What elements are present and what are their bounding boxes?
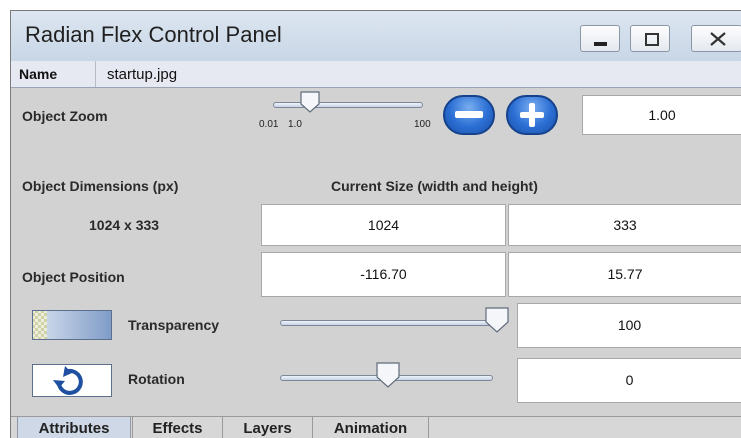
- zoom-tick-min: 0.01: [259, 119, 279, 130]
- name-label: Name: [19, 66, 58, 82]
- rotation-value: 0: [625, 372, 634, 388]
- minus-icon: [455, 111, 483, 118]
- current-size-label: Current Size (width and height): [331, 178, 538, 194]
- maximize-icon: [645, 33, 659, 46]
- width-value: 1024: [367, 217, 400, 233]
- transparency-slider-thumb[interactable]: [485, 307, 509, 333]
- transparency-slider-track[interactable]: [280, 320, 502, 326]
- transparency-value: 100: [617, 317, 642, 333]
- close-button[interactable]: [691, 25, 741, 52]
- minimize-button[interactable]: [580, 25, 620, 52]
- tab-animation[interactable]: Animation: [312, 417, 429, 438]
- position-x-value: -116.70: [360, 266, 407, 282]
- control-panel-window: Radian Flex Control Panel Name startup.j…: [10, 10, 741, 438]
- zoom-slider-track[interactable]: [273, 102, 423, 108]
- width-field[interactable]: 1024: [261, 204, 506, 246]
- height-field[interactable]: 333: [508, 204, 741, 246]
- file-name: startup.jpg: [107, 66, 178, 83]
- zoom-tick-max: 100: [414, 119, 431, 130]
- zoom-value: 1.00: [648, 107, 676, 123]
- position-y-value: 15.77: [607, 266, 643, 282]
- zoom-label: Object Zoom: [22, 108, 108, 124]
- position-x-field[interactable]: -116.70: [261, 252, 506, 297]
- rotation-label: Rotation: [128, 371, 185, 387]
- zoom-out-button[interactable]: [443, 95, 495, 135]
- title-bar[interactable]: Radian Flex Control Panel: [11, 11, 741, 61]
- attributes-panel: Object Zoom 0.01 1.0 100 1.00 Object Dim…: [11, 88, 741, 416]
- zoom-tick-mid: 1.0: [288, 119, 302, 130]
- original-dimensions: 1024 x 333: [89, 217, 160, 233]
- transparency-label: Transparency: [128, 317, 220, 333]
- position-y-field[interactable]: 15.77: [508, 252, 741, 297]
- minimize-icon: [594, 42, 607, 46]
- tab-layers[interactable]: Layers: [222, 417, 312, 438]
- dimensions-label: Object Dimensions (px): [22, 178, 179, 194]
- window-title: Radian Flex Control Panel: [25, 22, 282, 47]
- close-icon: [710, 32, 726, 46]
- name-divider: [95, 61, 96, 87]
- zoom-value-field[interactable]: 1.00: [582, 95, 741, 135]
- tab-effects[interactable]: Effects: [132, 417, 222, 438]
- tab-bar: Attributes Effects Layers Animation: [11, 416, 741, 438]
- maximize-button[interactable]: [630, 25, 670, 52]
- rotation-value-field[interactable]: 0: [517, 358, 741, 403]
- transparency-value-field[interactable]: 100: [517, 303, 741, 348]
- height-value: 333: [613, 217, 637, 233]
- plus-icon: [520, 103, 544, 127]
- zoom-slider-thumb[interactable]: [300, 91, 320, 113]
- checkerboard-gradient-icon: [32, 310, 112, 340]
- rotate-arrow-icon: [32, 364, 112, 397]
- tab-attributes[interactable]: Attributes: [17, 417, 131, 438]
- zoom-in-button[interactable]: [506, 95, 558, 135]
- position-label: Object Position: [22, 269, 125, 285]
- rotation-slider-thumb[interactable]: [376, 362, 400, 388]
- name-row: Name startup.jpg: [11, 61, 741, 88]
